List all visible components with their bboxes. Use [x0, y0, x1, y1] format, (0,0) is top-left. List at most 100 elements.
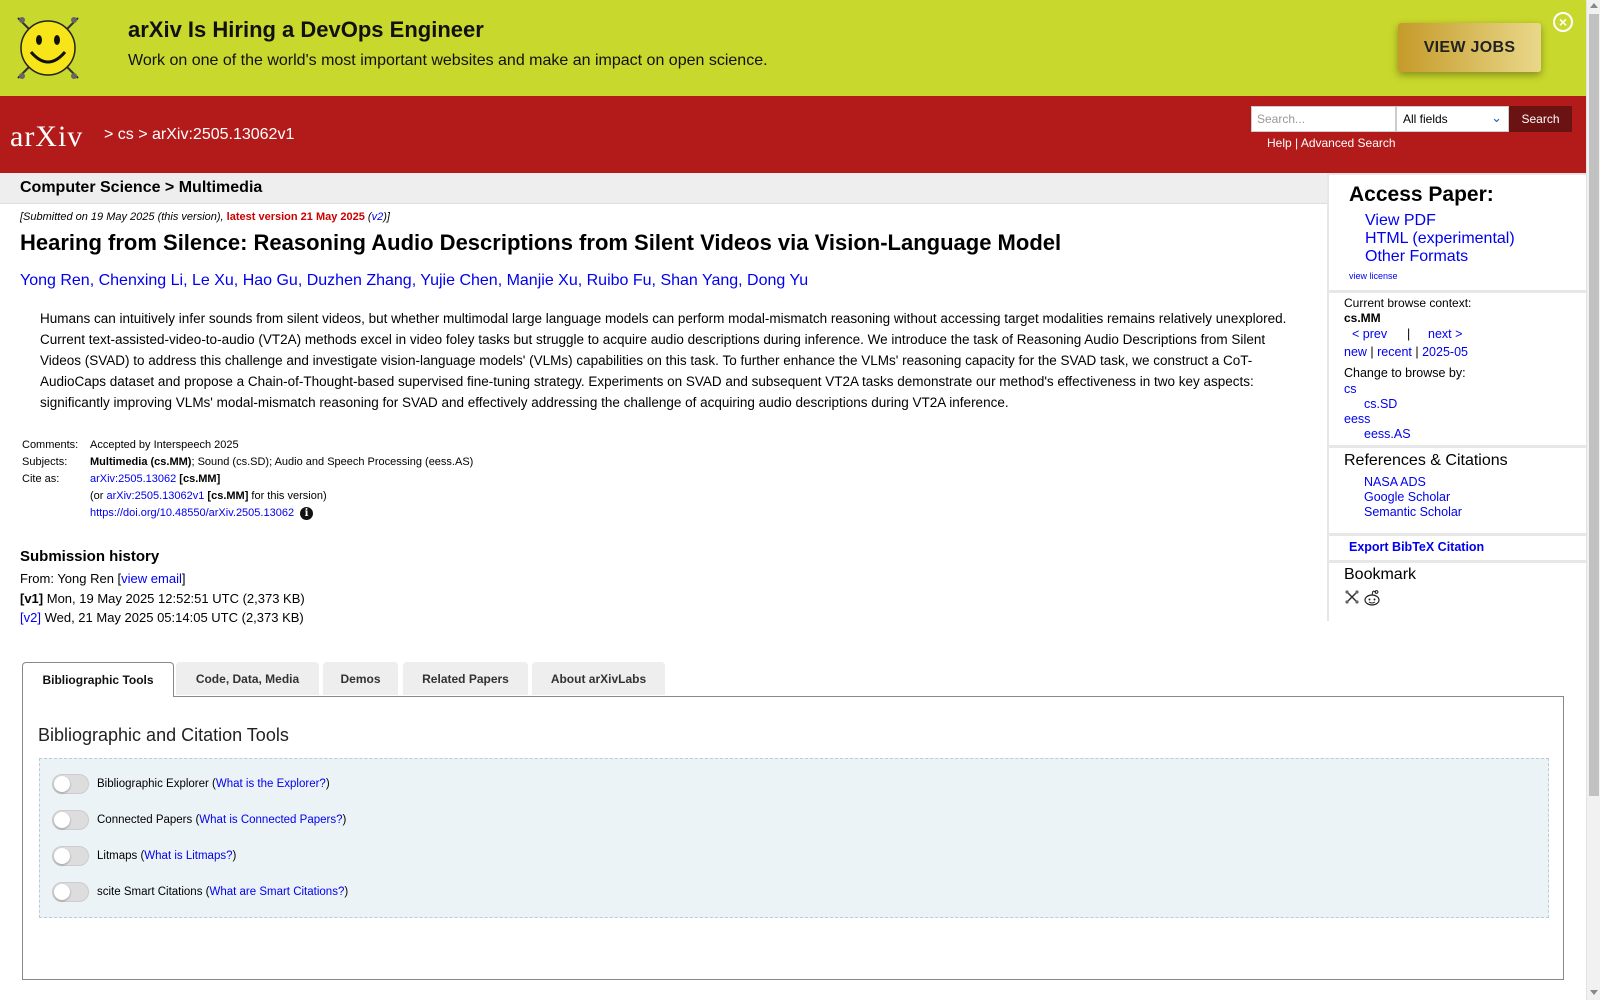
v2-date: Wed, 21 May 2025 05:14:05 UTC (2,373 KB)	[40, 610, 304, 625]
litmaps-label: Litmaps (	[97, 850, 145, 862]
reddit-icon[interactable]	[1363, 589, 1381, 607]
author-link[interactable]: Shan Yang	[660, 272, 738, 289]
scroll-down-arrow-icon[interactable]	[1590, 990, 1598, 995]
access-paper-title: Access Paper:	[1349, 183, 1494, 206]
prev-link[interactable]: < prev	[1352, 327, 1387, 341]
view-jobs-button[interactable]: VIEW JOBS	[1398, 23, 1541, 72]
bibsonomy-icon[interactable]	[1344, 589, 1360, 605]
dateline-prefix: [Submitted on 19 May 2025 (this version)…	[20, 211, 227, 223]
toggles-box: Bibliographic Explorer (What is the Expl…	[39, 758, 1549, 918]
toggle-row-scite: scite Smart Citations (What are Smart Ci…	[52, 882, 348, 902]
cite-version-suffix: for this version)	[248, 490, 327, 502]
connected-papers-label: Connected Papers (	[97, 814, 200, 826]
category-link-cs-sd[interactable]: cs.SD	[1364, 397, 1397, 411]
advanced-search-link[interactable]: Advanced Search	[1301, 136, 1396, 150]
tab-demos[interactable]: Demos	[323, 662, 398, 695]
author-link[interactable]: Duzhen Zhang	[307, 272, 412, 289]
author-link[interactable]: Manjie Xu	[507, 272, 578, 289]
cite-link[interactable]: arXiv:2505.13062	[90, 473, 176, 485]
semantic-scholar-link[interactable]: Semantic Scholar	[1364, 505, 1462, 519]
scite-help-link[interactable]: What are Smart Citations?	[209, 886, 344, 898]
google-scholar-link[interactable]: Google Scholar	[1364, 490, 1450, 504]
export-bibtex-link[interactable]: Export BibTeX Citation	[1349, 540, 1484, 554]
author-separator: ,	[89, 272, 99, 289]
author-separator: ,	[738, 272, 748, 289]
page-scrollbar[interactable]	[1586, 0, 1600, 1000]
tab-bibliographic-tools[interactable]: Bibliographic Tools	[22, 662, 174, 697]
banner-title: arXiv Is Hiring a DevOps Engineer	[128, 17, 484, 42]
search-input[interactable]	[1251, 106, 1396, 132]
comments-label: Comments:	[22, 439, 79, 451]
tab-code-data-media[interactable]: Code, Data, Media	[176, 662, 319, 695]
category-link-cs[interactable]: cs	[1344, 382, 1357, 396]
search-button[interactable]: Search	[1509, 106, 1572, 132]
author-separator: ,	[233, 272, 243, 289]
toggle-row-litmaps: Litmaps (What is Litmaps?)	[52, 846, 236, 866]
scroll-up-arrow-icon[interactable]	[1590, 3, 1598, 8]
hiring-banner: arXiv Is Hiring a DevOps Engineer Work o…	[0, 0, 1586, 96]
metadata-table: Comments: Accepted by Interspeech 2025 S…	[20, 437, 477, 523]
v2-link[interactable]: [v2]	[20, 610, 41, 625]
smiley-icon	[17, 17, 79, 79]
next-link[interactable]: next >	[1428, 327, 1462, 341]
cite-version-prefix: (or	[90, 490, 107, 502]
scrollbar-thumb[interactable]	[1589, 14, 1599, 796]
history-v2: [v2] Wed, 21 May 2025 05:14:05 UTC (2,37…	[20, 610, 304, 625]
connected-papers-help-link[interactable]: What is Connected Papers?	[199, 814, 342, 826]
nasa-ads-link[interactable]: NASA ADS	[1364, 475, 1426, 489]
submission-from: From: Yong Ren [view email]	[20, 571, 185, 586]
search-links-separator: |	[1291, 136, 1301, 150]
explorer-help-link[interactable]: What is the Explorer?	[216, 778, 326, 790]
tab-related-papers[interactable]: Related Papers	[403, 662, 528, 695]
author-link[interactable]: Hao Gu	[243, 272, 298, 289]
category-link-eess-as[interactable]: eess.AS	[1364, 427, 1411, 441]
cite-version-link[interactable]: arXiv:2505.13062v1	[107, 490, 205, 502]
arxiv-logo[interactable]: arXiv	[10, 116, 100, 156]
subjects-label: Subjects:	[22, 456, 68, 468]
info-icon[interactable]: i	[300, 507, 314, 520]
change-browse-label: Change to browse by:	[1344, 366, 1466, 380]
submission-dateline: [Submitted on 19 May 2025 (this version)…	[20, 211, 390, 223]
subjects-value: Multimedia (cs.MM); Sound (cs.SD); Audio…	[88, 454, 477, 471]
tab-about-arxivlabs[interactable]: About arXivLabs	[532, 662, 665, 695]
tab-panel: Bibliographic and Citation Tools Bibliog…	[22, 696, 1564, 980]
dateline-close: )]	[383, 211, 390, 223]
version-link[interactable]: v2	[372, 211, 384, 223]
history-v1: [v1] Mon, 19 May 2025 12:52:51 UTC (2,37…	[20, 591, 305, 606]
connected-papers-toggle[interactable]	[52, 810, 89, 830]
period-link[interactable]: 2025-05	[1422, 345, 1468, 359]
view-pdf-link[interactable]: View PDF	[1365, 212, 1436, 230]
author-link[interactable]: Chenxing Li	[99, 272, 184, 289]
recent-link[interactable]: recent	[1377, 345, 1412, 359]
banner-subtitle: Work on one of the world's most importan…	[128, 52, 768, 69]
author-link[interactable]: Le Xu	[192, 272, 234, 289]
scite-label: scite Smart Citations (	[97, 886, 210, 898]
author-link[interactable]: Dong Yu	[747, 272, 808, 289]
toggle-row-connected-papers: Connected Papers (What is Connected Pape…	[52, 810, 346, 830]
category-link-eess[interactable]: eess	[1344, 412, 1370, 426]
explorer-suffix: )	[325, 778, 330, 790]
breadcrumb[interactable]: > cs > arXiv:2505.13062v1	[104, 126, 294, 144]
view-license-link[interactable]: view license	[1349, 271, 1398, 281]
author-link[interactable]: Yujie Chen	[420, 272, 497, 289]
subject-header: Computer Science > Multimedia	[0, 173, 1327, 204]
doi-value: https://doi.org/10.48550/arXiv.2505.1306…	[88, 505, 477, 523]
html-link[interactable]: HTML (experimental)	[1365, 230, 1515, 248]
author-link[interactable]: Ruibo Fu	[587, 272, 652, 289]
author-link[interactable]: Yong Ren	[20, 272, 90, 289]
scite-toggle[interactable]	[52, 882, 89, 902]
close-icon[interactable]: ×	[1553, 12, 1573, 32]
search-field-select[interactable]: All fields ⌄	[1396, 106, 1509, 132]
doi-link[interactable]: https://doi.org/10.48550/arXiv.2505.1306…	[90, 507, 294, 519]
other-formats-link[interactable]: Other Formats	[1365, 248, 1468, 266]
view-email-link[interactable]: view email	[121, 571, 182, 586]
explorer-toggle[interactable]	[52, 774, 89, 794]
bookmark-title: Bookmark	[1344, 566, 1417, 583]
help-link[interactable]: Help	[1267, 136, 1292, 150]
logo-text: arXiv	[10, 120, 83, 153]
panel-title: Bibliographic and Citation Tools	[38, 725, 289, 745]
litmaps-toggle[interactable]	[52, 846, 89, 866]
references-box: References & Citations NASA ADS Google S…	[1329, 448, 1586, 533]
new-link[interactable]: new	[1344, 345, 1367, 359]
litmaps-help-link[interactable]: What is Litmaps?	[144, 850, 232, 862]
